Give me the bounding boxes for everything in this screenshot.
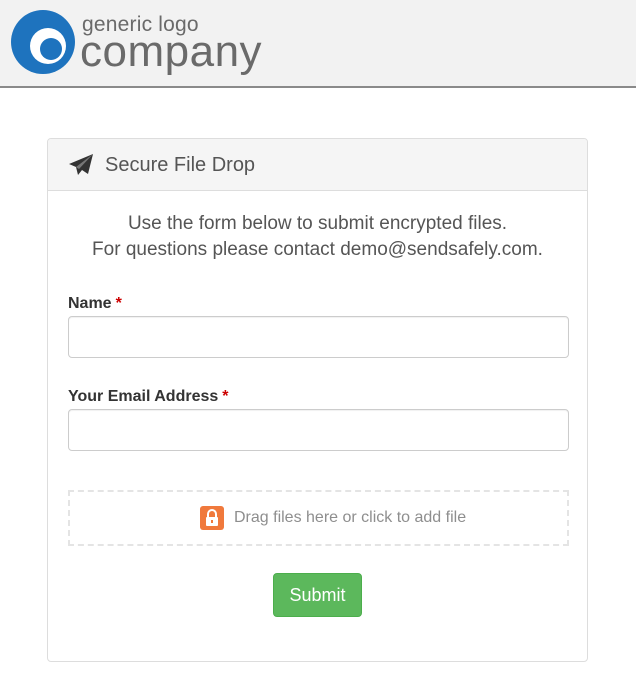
site-header: generic logo company [0,0,636,88]
name-label: Name * [68,295,122,313]
file-dropzone[interactable]: Drag files here or click to add file [68,490,569,546]
name-label-text: Name [68,295,112,312]
email-input[interactable] [68,409,569,451]
logo-wordmark: company [80,27,263,76]
intro-line-2: For questions please contact demo@sendsa… [92,239,543,260]
required-marker: * [115,295,122,312]
intro-text: Use the form below to submit encrypted f… [48,211,587,263]
lock-icon [200,506,224,530]
company-logo-icon [11,10,75,74]
name-input[interactable] [68,316,569,358]
intro-line-1: Use the form below to submit encrypted f… [127,213,508,234]
email-label: Your Email Address * [68,388,229,406]
panel-header: Secure File Drop [48,139,587,191]
required-marker: * [222,388,229,405]
submit-button[interactable]: Submit [273,573,362,617]
secure-file-drop-panel: Secure File Drop Use the form below to s… [47,138,588,662]
dropzone-text: Drag files here or click to add file [234,509,467,526]
panel-title: Secure File Drop [105,154,256,176]
email-label-text: Your Email Address [68,388,219,405]
paper-plane-icon [69,154,93,175]
